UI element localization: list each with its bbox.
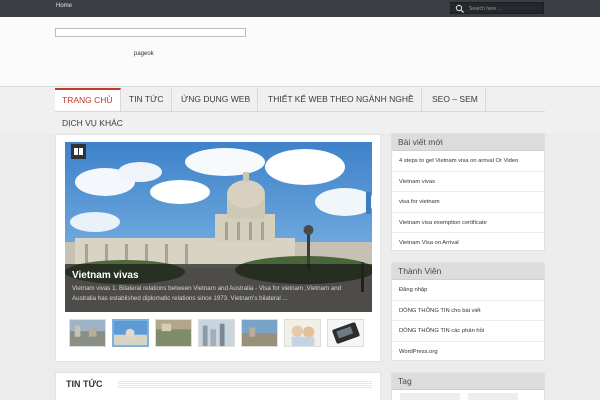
- wordpress-org-link[interactable]: WordPress.org: [392, 342, 544, 363]
- site-header: pageok: [0, 17, 600, 86]
- thumbnail[interactable]: [284, 319, 321, 347]
- tag-link[interactable]: [468, 393, 518, 400]
- nav-item-trang-chu[interactable]: TRANG CHỦ: [55, 88, 121, 111]
- thumbnail[interactable]: [198, 319, 235, 347]
- widget-title: Tag: [392, 373, 544, 390]
- recent-post-link[interactable]: Vietnam visa exemption certificate: [392, 213, 544, 233]
- tag-link[interactable]: [400, 393, 460, 400]
- recent-post-link[interactable]: 4 steps to get Vietnam visa on arrival O…: [392, 151, 544, 172]
- thumbnail[interactable]: [69, 319, 106, 347]
- widget-title: Thành Viên: [392, 263, 544, 280]
- featured-slider[interactable]: Vietnam vivas Vietnam vivas 1. Bilateral…: [65, 142, 372, 312]
- login-link[interactable]: Đăng nhập: [392, 280, 544, 301]
- nav-item-thiet-ke-web[interactable]: THIẾT KẾ WEB THEO NGÀNH NGHỀ: [261, 88, 422, 111]
- site-logo[interactable]: pageok: [134, 51, 154, 57]
- main-navigation: TRANG CHỦ TIN TỨC ỨNG DỤNG WEB THIẾT KẾ …: [0, 86, 600, 133]
- nav-item-dich-vu-khac[interactable]: DỊCH VỤ KHÁC: [55, 113, 130, 133]
- featured-excerpt: Vietnam vivas 1. Bilateral relations bet…: [72, 285, 342, 302]
- search-box[interactable]: [450, 2, 544, 14]
- nav-item-seo-sem[interactable]: SEO – SEM: [425, 88, 486, 111]
- comments-feed-link[interactable]: DÒNG THÔNG TIN các phản hồi: [392, 321, 544, 342]
- home-link[interactable]: Home: [56, 3, 72, 9]
- recent-post-link[interactable]: Vietnam Visa on Arrival: [392, 233, 544, 254]
- nav-item-ung-dung-web[interactable]: ỨNG DỤNG WEB: [174, 88, 259, 111]
- thumbnail[interactable]: [241, 319, 278, 347]
- thumbnail[interactable]: [155, 319, 192, 347]
- tags-widget: Tag: [391, 372, 545, 400]
- news-section: TIN TỨC: [55, 372, 381, 400]
- members-widget: Thành Viên Đăng nhập DÒNG THÔNG TIN cho …: [391, 262, 545, 361]
- book-icon: [71, 144, 86, 159]
- search-input[interactable]: [469, 4, 541, 13]
- section-divider: [118, 381, 372, 388]
- slider-thumbnails: [69, 319, 369, 347]
- slider-next-control[interactable]: [366, 192, 371, 214]
- search-icon[interactable]: [455, 4, 465, 14]
- topbar: Home: [0, 0, 600, 17]
- content-area: Vietnam vivas Vietnam vivas 1. Bilateral…: [55, 134, 381, 362]
- thumbnail[interactable]: [327, 319, 364, 347]
- nav-item-tin-tuc[interactable]: TIN TỨC: [122, 88, 172, 111]
- recent-post-link[interactable]: Vietnam vivas: [392, 172, 544, 192]
- header-banner-box: [55, 28, 246, 37]
- recent-post-link[interactable]: visa for vietnam: [392, 192, 544, 213]
- section-title: TIN TỨC: [66, 379, 107, 389]
- featured-caption: Vietnam vivas Vietnam vivas 1. Bilateral…: [65, 264, 372, 312]
- recent-posts-widget: Bài viết mới 4 steps to get Vietnam visa…: [391, 133, 545, 251]
- featured-title[interactable]: Vietnam vivas: [72, 270, 139, 281]
- entries-feed-link[interactable]: DÒNG THÔNG TIN cho bài viết: [392, 301, 544, 321]
- widget-title: Bài viết mới: [392, 134, 544, 151]
- thumbnail-selected[interactable]: [112, 319, 149, 347]
